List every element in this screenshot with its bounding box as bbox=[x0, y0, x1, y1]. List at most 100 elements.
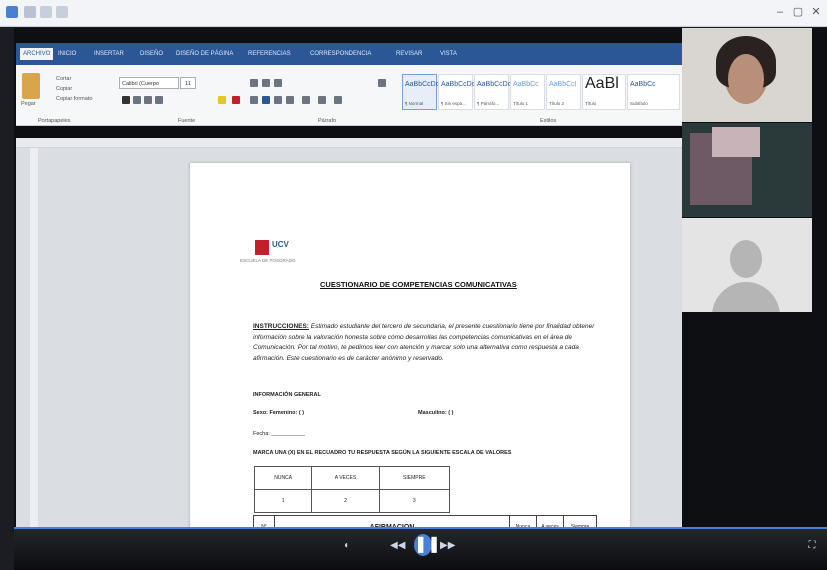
table-cell: A VECES bbox=[311, 466, 380, 490]
tab-vista[interactable]: VISTA bbox=[440, 49, 457, 59]
borders-icon[interactable] bbox=[334, 96, 342, 104]
participant-face-inner bbox=[728, 54, 764, 104]
style-heading-1[interactable]: AaBbCc Título 1 bbox=[510, 74, 545, 110]
numbering-icon[interactable] bbox=[262, 79, 270, 87]
align-left-icon[interactable] bbox=[250, 96, 258, 104]
italic-icon[interactable] bbox=[133, 96, 141, 104]
male-field: Masculino: ( ) bbox=[418, 410, 454, 416]
general-info-heading: INFORMACIÓN GENERAL bbox=[253, 392, 321, 398]
maximize-button[interactable]: ▢ bbox=[791, 5, 805, 19]
shading-icon[interactable] bbox=[318, 96, 326, 104]
tab-revisar[interactable]: REVISAR bbox=[396, 49, 422, 59]
style-sample: AaBbCcDc bbox=[405, 81, 440, 88]
paste-label[interactable]: Pegar bbox=[21, 101, 36, 108]
style-sample: AaBbCc bbox=[630, 81, 656, 88]
line-spacing-icon[interactable] bbox=[302, 96, 310, 104]
style-list-paragraph[interactable]: AaBbCcDc ¶ Párrafo... bbox=[474, 74, 512, 110]
instructions-label: INSTRUCCIONES: bbox=[253, 323, 309, 330]
font-color-icon[interactable] bbox=[232, 96, 240, 104]
female-field: Sexo: Femenino: ( ) bbox=[253, 410, 305, 416]
table-cell: 1 bbox=[253, 489, 313, 513]
strikethrough-icon[interactable] bbox=[155, 96, 163, 104]
tab-diseno-pagina[interactable]: DISEÑO DE PÁGINA bbox=[176, 49, 233, 59]
align-center-icon[interactable] bbox=[262, 96, 270, 104]
clipboard-group-label: Portapapeles bbox=[38, 118, 71, 124]
table-row: NUNCA A VECES SIEMPRE bbox=[253, 466, 451, 490]
progress-bar[interactable] bbox=[14, 527, 827, 529]
style-name: Título 1 bbox=[513, 101, 529, 106]
table-cell: 3 bbox=[378, 489, 451, 513]
table-cell: 2 bbox=[311, 489, 380, 513]
tab-diseno[interactable]: DISEÑO bbox=[140, 49, 163, 59]
rewind-icon[interactable]: ◀◀ bbox=[390, 540, 405, 552]
cut-button[interactable]: Cortar bbox=[56, 76, 71, 83]
style-name: ¶ Párrafo... bbox=[477, 101, 500, 106]
ucv-logo-icon bbox=[255, 240, 269, 255]
minimize-button[interactable]: – bbox=[773, 5, 787, 19]
paragraph-group-label: Párrafo bbox=[318, 118, 337, 124]
font-size-select[interactable]: 11 bbox=[180, 77, 196, 89]
save-icon[interactable] bbox=[24, 6, 36, 18]
multilevel-list-icon[interactable] bbox=[274, 79, 282, 87]
date-field: Fecha: ___________ bbox=[253, 431, 305, 437]
table-cell: SIEMPRE bbox=[378, 466, 451, 490]
avatar-head-icon bbox=[730, 240, 762, 278]
style-title[interactable]: AaBl Título bbox=[582, 74, 626, 110]
format-painter-button[interactable]: Copiar formato bbox=[56, 96, 92, 103]
justify-icon[interactable] bbox=[286, 96, 294, 104]
style-subtitle[interactable]: AaBbCc Subtítulo bbox=[627, 74, 680, 110]
style-name: ¶ Normal bbox=[405, 101, 424, 106]
style-sample: AaBbCc bbox=[513, 81, 539, 88]
vertical-ruler[interactable] bbox=[30, 148, 38, 528]
logo-text: UCV bbox=[272, 240, 289, 249]
document-title: CUESTIONARIO DE COMPETENCIAS COMUNICATIV… bbox=[320, 280, 517, 289]
underline-icon[interactable] bbox=[144, 96, 152, 104]
style-no-spacing[interactable]: AaBbCcDc ¶ Sin espa... bbox=[438, 74, 475, 110]
logo-subtitle: ESCUELA DE POSGRADO bbox=[240, 258, 296, 263]
tab-correspondencia[interactable]: CORRESPONDENCIA bbox=[310, 49, 371, 59]
participant-video-2[interactable] bbox=[682, 123, 812, 217]
style-sample: AaBl bbox=[585, 75, 619, 92]
styles-group-label: Estilos bbox=[540, 118, 557, 124]
app-icon bbox=[6, 6, 18, 18]
forward-icon[interactable]: ▶▶ bbox=[440, 540, 455, 552]
scale-table: NUNCA A VECES SIEMPRE 1 2 3 bbox=[253, 466, 451, 513]
participant-video-1[interactable] bbox=[682, 28, 812, 122]
style-name: Título 2 bbox=[549, 101, 565, 106]
font-group-label: Fuente bbox=[178, 118, 196, 124]
volume-icon[interactable]: ◖ bbox=[340, 540, 352, 552]
app-titlebar: – ▢ ✕ bbox=[0, 0, 827, 27]
tab-inicio[interactable]: INICIO bbox=[58, 49, 76, 59]
horizontal-ruler[interactable] bbox=[16, 138, 682, 148]
highlight-icon[interactable] bbox=[218, 96, 226, 104]
participant-scene-light bbox=[712, 127, 760, 157]
show-marks-icon[interactable] bbox=[378, 79, 386, 87]
style-name: Título bbox=[585, 101, 597, 106]
style-sample: AaBbCcDc bbox=[477, 81, 512, 88]
ribbon-tab-bar: ARCHIVO INICIO INSERTAR DISEÑO DISEÑO DE… bbox=[16, 43, 682, 65]
style-sample: AaBbCcI bbox=[549, 81, 577, 88]
table-cell: NUNCA bbox=[253, 466, 313, 490]
style-normal[interactable]: AaBbCcDc ¶ Normal bbox=[402, 74, 440, 110]
avatar-body-icon bbox=[712, 282, 780, 312]
font-family-select[interactable]: Calibri (Cuerpo bbox=[119, 77, 179, 89]
close-button[interactable]: ✕ bbox=[809, 5, 823, 19]
redo-icon[interactable] bbox=[56, 6, 68, 18]
paste-icon[interactable] bbox=[22, 73, 40, 99]
pause-icon[interactable]: ❚❚ bbox=[414, 534, 441, 556]
bullets-icon[interactable] bbox=[250, 79, 258, 87]
undo-icon[interactable] bbox=[40, 6, 52, 18]
align-right-icon[interactable] bbox=[274, 96, 282, 104]
fullscreen-icon[interactable]: ⛶ bbox=[806, 540, 818, 552]
tab-archivo[interactable]: ARCHIVO bbox=[20, 48, 54, 60]
tab-insertar[interactable]: INSERTAR bbox=[94, 49, 124, 59]
style-heading-2[interactable]: AaBbCcI Título 2 bbox=[546, 74, 581, 110]
tab-referencias[interactable]: REFERENCIAS bbox=[248, 49, 291, 59]
table-row: 1 2 3 bbox=[253, 489, 451, 513]
style-name: ¶ Sin espa... bbox=[441, 101, 466, 106]
instructions-paragraph: INSTRUCCIONES: Estimado estudiante del t… bbox=[253, 322, 598, 364]
copy-button[interactable]: Copiar bbox=[56, 86, 72, 93]
participant-video-3[interactable] bbox=[682, 218, 812, 312]
style-name: Subtítulo bbox=[630, 101, 648, 106]
bold-icon[interactable] bbox=[122, 96, 130, 104]
